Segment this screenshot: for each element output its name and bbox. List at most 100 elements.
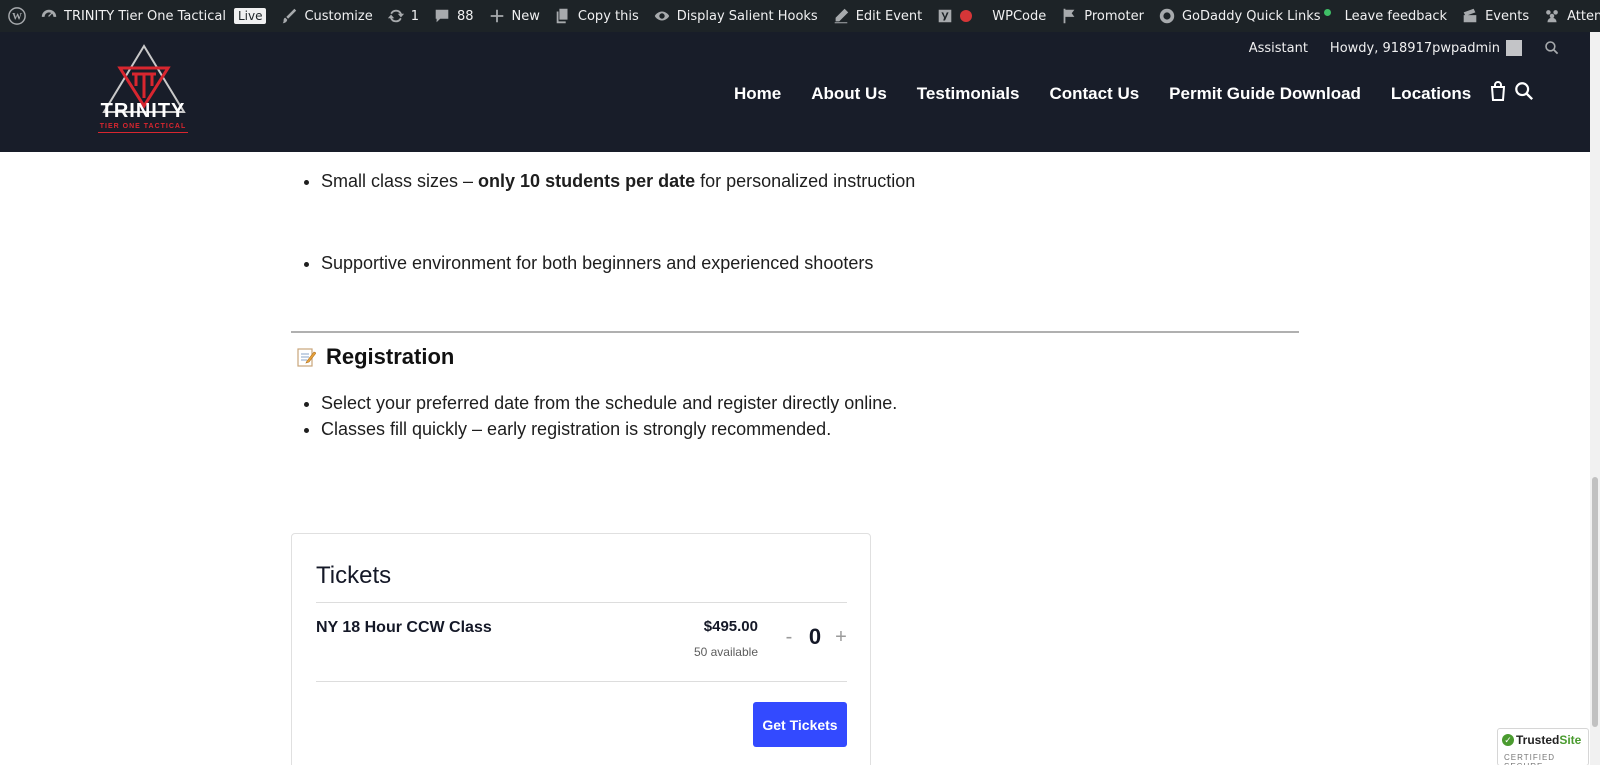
howdy-account-menu[interactable]: Howdy, 918917pwpadmin: [1330, 40, 1522, 56]
admin-search-button[interactable]: [1544, 40, 1560, 56]
trustedsite-brand: TrustedSite: [1516, 733, 1581, 747]
memo-icon: [297, 348, 316, 367]
quantity-value[interactable]: 0: [798, 624, 832, 650]
new-content-link[interactable]: New: [481, 0, 547, 32]
features-list-2: Supportive environment for both beginner…: [291, 250, 1291, 276]
decrease-quantity-button[interactable]: -: [780, 626, 798, 649]
dashboard-icon: [40, 7, 58, 25]
wpcode-link[interactable]: WPCode: [985, 0, 1053, 32]
comments-link[interactable]: 88: [426, 0, 481, 32]
yoast-seo-link[interactable]: [929, 0, 985, 32]
scrollbar-thumb[interactable]: [1592, 477, 1598, 727]
leave-feedback-link[interactable]: Leave feedback: [1338, 0, 1455, 32]
registration-list: Select your preferred date from the sche…: [291, 390, 1291, 442]
quantity-stepper: - 0 +: [780, 624, 850, 650]
registration-heading: Registration: [296, 344, 454, 370]
copy-icon: [554, 7, 572, 25]
events-label: Events: [1485, 8, 1530, 24]
seo-status-dot: [960, 10, 973, 22]
page-scrollbar[interactable]: [1590, 32, 1600, 765]
site-name: TRINITY Tier One Tactical: [64, 8, 226, 24]
users-icon: [1543, 7, 1561, 25]
features-list: Small class sizes – only 10 students per…: [291, 168, 1291, 194]
ticket-price: $495.00: [703, 618, 758, 635]
section-divider: [291, 331, 1299, 333]
list-item: Small class sizes – only 10 students per…: [321, 168, 1291, 194]
logo-title: TRINITY: [100, 100, 186, 122]
search-icon: [1545, 41, 1559, 55]
events-link[interactable]: Events: [1454, 0, 1536, 32]
wpcode-label: WPCode: [992, 8, 1047, 24]
copy-this-link[interactable]: Copy this: [547, 0, 646, 32]
svg-text:W: W: [12, 12, 22, 23]
class-size-suffix: for personalized instruction: [695, 171, 916, 191]
search-icon[interactable]: [1514, 80, 1534, 102]
display-salient-hooks-label: Display Salient Hooks: [676, 8, 818, 24]
ticket-name: NY 18 Hour CCW Class: [316, 619, 492, 636]
registration-title: Registration: [326, 344, 455, 369]
divider: [316, 602, 847, 603]
attendees-link[interactable]: Attendees: [1536, 0, 1600, 32]
godaddy-status-dot: [1323, 8, 1331, 16]
customize-link[interactable]: Customize: [273, 0, 379, 32]
eye-icon: [653, 7, 671, 25]
nav-contact-us[interactable]: Contact Us: [1049, 84, 1139, 104]
updates-icon: [387, 7, 405, 25]
trustedsite-subtitle: CERTIFIED SECURE: [1504, 753, 1556, 765]
divider: [316, 681, 847, 682]
leave-feedback-label: Leave feedback: [1344, 8, 1448, 24]
logo-subtitle: TIER ONE TACTICAL: [98, 123, 188, 133]
display-salient-hooks-link[interactable]: Display Salient Hooks: [646, 0, 825, 32]
pencil-icon: [832, 7, 850, 25]
site-name-link[interactable]: TRINITY Tier One Tactical Live: [33, 0, 273, 32]
increase-quantity-button[interactable]: +: [832, 626, 850, 649]
ticket-icon: [1461, 7, 1479, 25]
admin-secondary-bar: Assistant Howdy, 918917pwpadmin: [1227, 40, 1560, 56]
wordpress-icon: W: [8, 7, 26, 25]
main-nav: Home About Us Testimonials Contact Us Pe…: [734, 84, 1501, 104]
edit-event-label: Edit Event: [855, 8, 923, 24]
promoter-label: Promoter: [1084, 8, 1144, 24]
edit-event-link[interactable]: Edit Event: [825, 0, 930, 32]
list-item: Select your preferred date from the sche…: [321, 390, 1291, 416]
godaddy-quick-links-link[interactable]: GoDaddy Quick Links: [1151, 0, 1338, 32]
list-item: Supportive environment for both beginner…: [321, 250, 1291, 276]
live-badge: Live: [233, 8, 267, 24]
howdy-label: Howdy, 918917pwpadmin: [1329, 40, 1500, 56]
wordpress-logo-button[interactable]: W: [0, 0, 33, 32]
trustedsite-badge[interactable]: ✓ TrustedSite CERTIFIED SECURE: [1497, 728, 1589, 765]
godaddy-quick-links-label: GoDaddy Quick Links: [1181, 8, 1321, 24]
class-size-prefix: Small class sizes –: [321, 171, 479, 191]
plus-icon: [488, 7, 506, 25]
promoter-link[interactable]: Promoter: [1053, 0, 1151, 32]
brand-part-a: Trusted: [1516, 733, 1560, 747]
updates-count: 1: [410, 8, 419, 24]
attendees-label: Attendees: [1567, 8, 1600, 24]
nav-about-us[interactable]: About Us: [811, 84, 887, 104]
comments-count: 88: [457, 8, 474, 24]
updates-link[interactable]: 1: [380, 0, 426, 32]
get-tickets-button[interactable]: Get Tickets: [753, 702, 847, 747]
shopping-bag-icon[interactable]: [1488, 80, 1508, 102]
nav-permit-guide-download[interactable]: Permit Guide Download: [1169, 84, 1361, 104]
nav-locations[interactable]: Locations: [1391, 84, 1471, 104]
yoast-icon: [936, 7, 954, 25]
brand-part-b: Site: [1559, 733, 1582, 747]
flag-icon: [1060, 7, 1078, 25]
tickets-box: Tickets NY 18 Hour CCW Class $495.00 50 …: [291, 533, 871, 765]
nav-testimonials[interactable]: Testimonials: [917, 84, 1020, 104]
assistant-link[interactable]: Assistant: [1249, 41, 1308, 56]
nav-home[interactable]: Home: [734, 84, 781, 104]
tickets-heading: Tickets: [316, 562, 392, 589]
list-item: Classes fill quickly – early registratio…: [321, 416, 1291, 442]
site-header: Assistant Howdy, 918917pwpadmin TRINITY …: [0, 32, 1590, 152]
avatar: [1506, 40, 1522, 56]
checkmark-icon: ✓: [1502, 734, 1514, 746]
godaddy-icon: [1158, 7, 1176, 25]
new-label: New: [511, 8, 540, 24]
copy-this-label: Copy this: [577, 8, 639, 24]
brush-icon: [280, 7, 298, 25]
header-icons: [1488, 80, 1534, 102]
ticket-availability: 50 available: [693, 645, 758, 659]
class-size-bold: only 10 students per date: [478, 171, 696, 191]
